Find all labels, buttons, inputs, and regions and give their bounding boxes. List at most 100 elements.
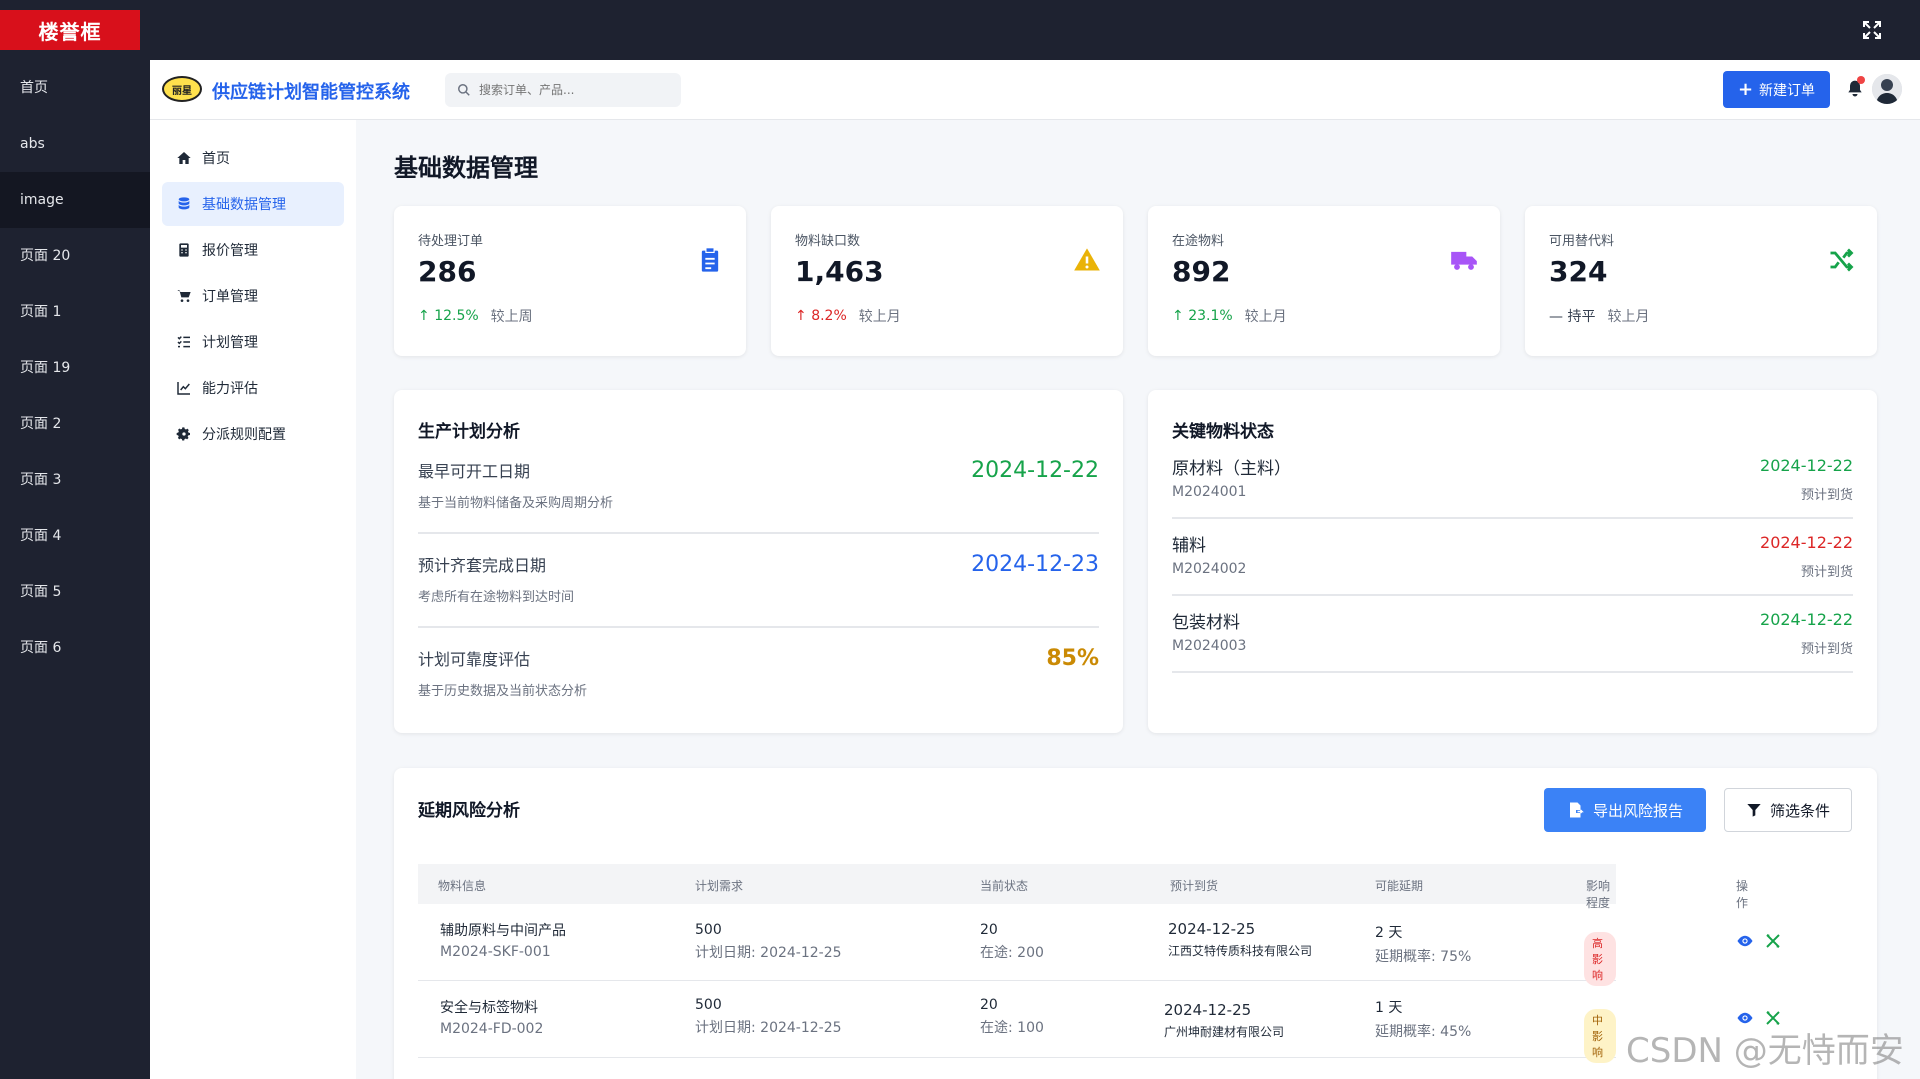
avatar[interactable] bbox=[1872, 74, 1902, 104]
impact-cell: 高影响 bbox=[1584, 932, 1616, 986]
app-logo[interactable]: 丽星 bbox=[162, 76, 202, 102]
export-risk-report-button[interactable]: 导出风险报告 bbox=[1544, 788, 1706, 832]
column-header: 当前状态 bbox=[980, 879, 1029, 893]
outer-nav-page-20[interactable]: 页面 20 bbox=[0, 228, 150, 284]
outer-nav-page-2[interactable]: 页面 2 bbox=[0, 396, 150, 452]
outer-nav-page-3[interactable]: 页面 3 bbox=[0, 452, 150, 508]
home-icon bbox=[177, 152, 191, 164]
column-header: 计划需求 bbox=[695, 879, 744, 893]
notification-dot bbox=[1857, 76, 1865, 84]
eta-date: 2024-12-25 bbox=[1168, 920, 1256, 938]
stat-label: 待处理订单 bbox=[418, 234, 484, 249]
delay-cell: 1 天 延期概率: 45% bbox=[1375, 997, 1471, 1041]
outer-nav-page-1[interactable]: 页面 1 bbox=[0, 284, 150, 340]
tools-icon[interactable] bbox=[1764, 932, 1782, 950]
material-row[interactable]: 辅料 M2024002 2024-12-22 预计到货 bbox=[1172, 519, 1853, 596]
chart-line-icon bbox=[177, 382, 190, 395]
top-bar: 楼誉框 bbox=[0, 0, 1920, 60]
material-name: 安全与标签物料 bbox=[440, 1000, 538, 1016]
sidebar-item-orders[interactable]: 订单管理 bbox=[162, 274, 344, 318]
analysis-label: 最早可开工日期 bbox=[418, 462, 531, 481]
plus-icon: + bbox=[1737, 79, 1754, 100]
delay-days: 1 天 bbox=[1375, 1000, 1403, 1016]
sidebar-item-dispatch-rules[interactable]: 分派规则配置 bbox=[162, 412, 344, 456]
stat-label: 物料缺口数 bbox=[795, 234, 861, 249]
database-icon bbox=[178, 197, 190, 210]
material-date: 2024-12-22 bbox=[1760, 456, 1853, 475]
inner-sidebar: 首页 基础数据管理 报价管理 订单管理 计划管理 能力评估 分派规则配置 bbox=[150, 120, 356, 1079]
analysis-label: 预计齐套完成日期 bbox=[418, 556, 547, 575]
search-box bbox=[445, 73, 681, 107]
status-quantity: 20 bbox=[980, 997, 998, 1013]
sidebar-item-plan[interactable]: 计划管理 bbox=[162, 320, 344, 364]
outer-nav-image[interactable]: image bbox=[0, 172, 150, 228]
filter-icon bbox=[1747, 804, 1761, 817]
app-title: 供应链计划智能管控系统 bbox=[212, 82, 410, 103]
analysis-row-kit-complete: 预计齐套完成日期 考虑所有在途物料到达时间 2024-12-23 bbox=[418, 534, 1099, 628]
stat-compare: 较上月 bbox=[858, 309, 901, 325]
filter-label: 筛选条件 bbox=[1769, 801, 1830, 820]
delay-days: 2 天 bbox=[1375, 925, 1403, 941]
outer-nav-page-6[interactable]: 页面 6 bbox=[0, 620, 150, 676]
plan-date-label: 计划日期: bbox=[695, 1020, 756, 1036]
material-code: M2024-SKF-001 bbox=[440, 944, 551, 960]
eta-cell: 2024-12-25 广州坤耐建材有限公司 bbox=[1164, 1001, 1284, 1040]
outer-nav-page-4[interactable]: 页面 4 bbox=[0, 508, 150, 564]
material-name: 辅料 bbox=[1172, 536, 1206, 556]
sidebar-item-capacity[interactable]: 能力评估 bbox=[162, 366, 344, 410]
analysis-sub: 考虑所有在途物料到达时间 bbox=[418, 590, 575, 605]
sidebar-item-label: 报价管理 bbox=[202, 243, 258, 259]
material-code: M2024002 bbox=[1172, 561, 1247, 577]
column-header: 可能延期 bbox=[1375, 879, 1424, 893]
stat-card-in-transit[interactable]: 在途物料 892 ↑ 23.1% 较上月 bbox=[1148, 206, 1500, 356]
material-name: 包装材料 bbox=[1172, 613, 1240, 633]
delay-probability: 延期概率: 45% bbox=[1375, 1024, 1472, 1040]
material-date: 2024-12-22 bbox=[1760, 610, 1853, 629]
analysis-value: 85% bbox=[1046, 646, 1099, 671]
material-row[interactable]: 原材料（主料） M2024001 2024-12-22 预计到货 bbox=[1172, 442, 1853, 519]
outer-nav-abs[interactable]: abs bbox=[0, 116, 150, 172]
sidebar-item-quote[interactable]: 报价管理 bbox=[162, 228, 344, 272]
analysis-sub: 基于历史数据及当前状态分析 bbox=[418, 684, 588, 699]
risk-table-header: 物料信息 计划需求 当前状态 预计到货 可能延期 影响程度 操作 bbox=[418, 864, 1748, 910]
stat-label: 可用替代料 bbox=[1549, 234, 1615, 249]
material-info-cell: 辅助原料与中间产品 M2024-SKF-001 bbox=[440, 920, 566, 960]
sidebar-item-label: 能力评估 bbox=[202, 381, 258, 397]
outer-nav-home[interactable]: 首页 bbox=[0, 60, 150, 116]
filter-button[interactable]: 筛选条件 bbox=[1724, 788, 1852, 832]
supplier: 江西艾特传质科技有限公司 bbox=[1168, 944, 1313, 958]
sidebar-item-label: 计划管理 bbox=[202, 335, 258, 351]
sidebar-item-label: 基础数据管理 bbox=[202, 197, 286, 213]
stat-card-pending-orders[interactable]: 待处理订单 286 ↑ 12.5% 较上周 bbox=[394, 206, 746, 356]
app-frame: 丽星 供应链计划智能管控系统 + 新建订单 首页 基础数据管理 报价管理 bbox=[150, 60, 1920, 1079]
column-header: 预计到货 bbox=[1170, 879, 1219, 893]
table-row[interactable]: 安全与标签物料 M2024-FD-002 500 计划日期: 2024-12-2… bbox=[418, 981, 1780, 1063]
search-input[interactable] bbox=[479, 83, 669, 97]
material-info-cell: 安全与标签物料 M2024-FD-002 bbox=[440, 997, 543, 1037]
fullscreen-icon[interactable] bbox=[1860, 18, 1884, 42]
material-date: 2024-12-22 bbox=[1760, 533, 1853, 552]
eye-icon[interactable] bbox=[1736, 932, 1754, 950]
stat-footer: ↑ 8.2% 较上月 bbox=[795, 306, 1099, 326]
panel-title: 关键物料状态 bbox=[1172, 422, 1274, 442]
outer-nav-page-19[interactable]: 页面 19 bbox=[0, 340, 150, 396]
brand-logo[interactable]: 楼誉框 bbox=[0, 10, 140, 50]
eta-date: 2024-12-25 bbox=[1164, 1001, 1252, 1019]
main-content: 基础数据管理 待处理订单 286 ↑ 12.5% 较上周 物料缺口数 1,463… bbox=[356, 120, 1920, 1079]
stat-card-material-gap[interactable]: 物料缺口数 1,463 ↑ 8.2% 较上月 bbox=[771, 206, 1123, 356]
sidebar-item-label: 订单管理 bbox=[202, 289, 258, 305]
delay-cell: 2 天 延期概率: 75% bbox=[1375, 922, 1471, 966]
eta-cell: 2024-12-25 江西艾特传质科技有限公司 bbox=[1168, 920, 1312, 959]
watermark: CSDN @无恃而安 bbox=[1626, 1031, 1904, 1071]
current-status-cell: 20 在途: 100 bbox=[980, 997, 1044, 1037]
sidebar-item-home[interactable]: 首页 bbox=[162, 136, 344, 180]
stat-card-alternatives[interactable]: 可用替代料 324 — 持平 较上月 bbox=[1525, 206, 1877, 356]
table-row[interactable]: 辅助原料与中间产品 M2024-SKF-001 500 计划日期: 2024-1… bbox=[418, 904, 1780, 986]
sidebar-item-base-data[interactable]: 基础数据管理 bbox=[162, 182, 344, 226]
new-order-button[interactable]: + 新建订单 bbox=[1723, 71, 1830, 108]
analysis-label: 计划可靠度评估 bbox=[418, 650, 531, 669]
stat-change: ↑ 23.1% bbox=[1172, 308, 1233, 324]
outer-nav-page-5[interactable]: 页面 5 bbox=[0, 564, 150, 620]
material-row[interactable]: 包装材料 M2024003 2024-12-22 预计到货 bbox=[1172, 596, 1853, 673]
stat-footer: ↑ 12.5% 较上周 bbox=[418, 306, 722, 326]
